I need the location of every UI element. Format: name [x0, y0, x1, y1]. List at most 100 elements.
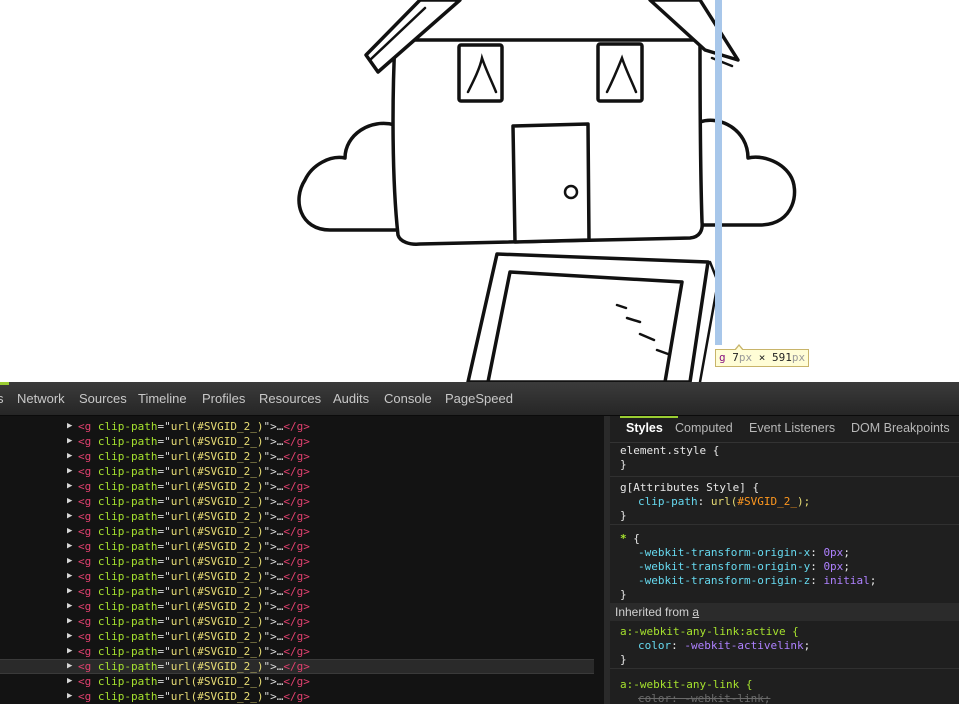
dom-tree-node[interactable]: ▶ <g clip-path="url(#SVGID_2_)">…</g>	[0, 524, 594, 539]
tab-computed[interactable]: Computed	[675, 421, 733, 435]
dom-tree-node[interactable]: ▶ <g clip-path="url(#SVGID_2_)">…</g>	[0, 584, 594, 599]
rule-close-brace: }	[620, 588, 627, 601]
css-declaration[interactable]: clip-path: url(#SVGID_2_);	[638, 495, 810, 509]
expand-triangle-icon[interactable]: ▶	[67, 599, 72, 614]
dom-tree-node[interactable]: ▶ <g clip-path="url(#SVGID_2_)">…</g>	[0, 554, 594, 569]
css-declaration[interactable]: -webkit-transform-origin-y: 0px;	[638, 560, 850, 574]
door	[511, 122, 591, 244]
css-declaration[interactable]: -webkit-transform-origin-x: 0px;	[638, 546, 850, 560]
dom-node-markup: <g clip-path="url(#SVGID_2_)">…</g>	[78, 630, 310, 643]
expand-triangle-icon[interactable]: ▶	[67, 449, 72, 464]
dom-node-markup: <g clip-path="url(#SVGID_2_)">…</g>	[78, 570, 310, 583]
css-declaration[interactable]: color: -webkit-activelink;	[638, 639, 810, 653]
expand-triangle-icon[interactable]: ▶	[67, 660, 72, 673]
rule-selector: a:-webkit-any-link {	[620, 678, 753, 691]
dom-tree-node[interactable]: ▶ <g clip-path="url(#SVGID_2_)">…</g>	[0, 689, 594, 704]
expand-triangle-icon[interactable]: ▶	[67, 674, 72, 689]
rule-divider	[610, 524, 959, 525]
dom-node-markup: <g clip-path="url(#SVGID_2_)">…</g>	[78, 510, 310, 523]
rule-selector: g[Attributes Style] {	[620, 481, 760, 494]
dom-tree-node[interactable]: ▶ <g clip-path="url(#SVGID_2_)">…</g>	[0, 464, 594, 479]
rule-selector: * {	[620, 532, 640, 545]
rule-selector: a:-webkit-any-link:active {	[620, 625, 799, 638]
dom-node-markup: <g clip-path="url(#SVGID_2_)">…</g>	[78, 465, 310, 478]
devtools-panel-tabbar: s Network Sources Timeline Profiles Reso…	[0, 382, 959, 416]
styles-sidebar: Styles Computed Event Listeners DOM Brea…	[610, 416, 959, 704]
dom-node-markup: <g clip-path="url(#SVGID_2_)">…</g>	[78, 645, 310, 658]
dom-tree-node[interactable]: ▶ <g clip-path="url(#SVGID_2_)">…</g>	[0, 449, 594, 464]
active-tab-indicator	[0, 382, 9, 385]
dom-node-markup: <g clip-path="url(#SVGID_2_)">…</g>	[78, 540, 310, 553]
dom-tree-node[interactable]: ▶ <g clip-path="url(#SVGID_2_)">…</g>	[0, 599, 594, 614]
sidebar-tabbar: Styles Computed Event Listeners DOM Brea…	[610, 416, 959, 443]
tab-network[interactable]: Network	[17, 391, 65, 406]
expand-triangle-icon[interactable]: ▶	[67, 689, 72, 704]
dom-tree-node[interactable]: ▶ <g clip-path="url(#SVGID_2_)">…</g>	[0, 629, 594, 644]
dom-node-markup: <g clip-path="url(#SVGID_2_)">…</g>	[78, 585, 310, 598]
expand-triangle-icon[interactable]: ▶	[67, 569, 72, 584]
tab-resources[interactable]: Resources	[259, 391, 321, 406]
dom-node-markup: <g clip-path="url(#SVGID_2_)">…</g>	[78, 420, 310, 433]
dom-node-markup: <g clip-path="url(#SVGID_2_)">…</g>	[78, 615, 310, 628]
expand-triangle-icon[interactable]: ▶	[67, 419, 72, 434]
dom-node-markup: <g clip-path="url(#SVGID_2_)">…</g>	[78, 495, 310, 508]
tab-sources[interactable]: Sources	[79, 391, 127, 406]
inherited-element-link[interactable]: a	[692, 605, 699, 619]
tab-profiles[interactable]: Profiles	[202, 391, 245, 406]
expand-triangle-icon[interactable]: ▶	[67, 464, 72, 479]
house-illustration	[297, 0, 797, 382]
dom-tree-node[interactable]: ▶ <g clip-path="url(#SVGID_2_)">…</g>	[0, 494, 594, 509]
dom-tree-node[interactable]: ▶ <g clip-path="url(#SVGID_2_)">…</g>	[0, 539, 594, 554]
expand-triangle-icon[interactable]: ▶	[67, 584, 72, 599]
expand-triangle-icon[interactable]: ▶	[67, 509, 72, 524]
dom-node-markup: <g clip-path="url(#SVGID_2_)">…</g>	[78, 555, 310, 568]
rule-close-brace: }	[620, 509, 627, 522]
tab-elements-partial[interactable]: s	[0, 391, 4, 406]
dom-node-markup: <g clip-path="url(#SVGID_2_)">…</g>	[78, 435, 310, 448]
expand-triangle-icon[interactable]: ▶	[67, 494, 72, 509]
tab-dom-breakpoints[interactable]: DOM Breakpoints	[851, 421, 950, 435]
rule-close-brace: }	[620, 653, 627, 666]
expand-triangle-icon[interactable]: ▶	[67, 479, 72, 494]
dom-node-markup: <g clip-path="url(#SVGID_2_)">…</g>	[78, 480, 310, 493]
tab-audits[interactable]: Audits	[333, 391, 369, 406]
expand-triangle-icon[interactable]: ▶	[67, 524, 72, 539]
active-sidebar-tab-indicator	[620, 416, 678, 418]
dom-tree-node[interactable]: ▶ <g clip-path="url(#SVGID_2_)">…</g>	[0, 644, 594, 659]
dom-tree-node[interactable]: ▶ <g clip-path="url(#SVGID_2_)">…</g>	[0, 419, 594, 434]
dom-tree-node[interactable]: ▶ <g clip-path="url(#SVGID_2_)">…</g>	[0, 569, 594, 584]
page-viewport: g 7px × 591px	[0, 0, 959, 382]
door-knob	[563, 184, 579, 200]
tab-styles[interactable]: Styles	[626, 421, 663, 435]
dom-node-markup: <g clip-path="url(#SVGID_2_)">…</g>	[78, 525, 310, 538]
tab-timeline[interactable]: Timeline	[138, 391, 187, 406]
dom-tree-node[interactable]: ▶ <g clip-path="url(#SVGID_2_)">…</g>	[0, 434, 594, 449]
css-declaration[interactable]: -webkit-transform-origin-z: initial;	[638, 574, 876, 588]
dom-node-markup: <g clip-path="url(#SVGID_2_)">…</g>	[78, 660, 310, 673]
dom-tree-node[interactable]: ▶ <g clip-path="url(#SVGID_2_)">…</g>	[0, 479, 594, 494]
dom-node-markup: <g clip-path="url(#SVGID_2_)">…</g>	[78, 675, 310, 688]
rule-selector: element.style {	[620, 444, 720, 457]
dom-tree-node[interactable]: ▶ <g clip-path="url(#SVGID_2_)">…</g>	[0, 614, 594, 629]
dom-tree-node[interactable]: ▶ <g clip-path="url(#SVGID_2_)">…</g>	[0, 509, 594, 524]
rule-divider	[610, 668, 959, 669]
expand-triangle-icon[interactable]: ▶	[67, 539, 72, 554]
expand-triangle-icon[interactable]: ▶	[67, 644, 72, 659]
css-declaration-overridden[interactable]: color: -webkit-link;	[638, 692, 770, 704]
left-cloud	[297, 121, 402, 232]
tab-event-listeners[interactable]: Event Listeners	[749, 421, 835, 435]
element-size-tooltip: g 7px × 591px	[715, 344, 810, 367]
expand-triangle-icon[interactable]: ▶	[67, 554, 72, 569]
dom-node-markup: <g clip-path="url(#SVGID_2_)">…</g>	[78, 450, 310, 463]
inherited-from-header: Inherited from a	[610, 603, 959, 621]
tab-console[interactable]: Console	[384, 391, 432, 406]
expand-triangle-icon[interactable]: ▶	[67, 434, 72, 449]
expand-triangle-icon[interactable]: ▶	[67, 629, 72, 644]
dom-tree: ▶ <g clip-path="url(#SVGID_2_)">…</g> ▶ <g …	[0, 416, 604, 704]
dom-node-markup: <g clip-path="url(#SVGID_2_)">…</g>	[78, 600, 310, 613]
tab-pagespeed[interactable]: PageSpeed	[445, 391, 513, 406]
dom-node-markup: <g clip-path="url(#SVGID_2_)">…</g>	[78, 690, 310, 703]
expand-triangle-icon[interactable]: ▶	[67, 614, 72, 629]
dom-tree-node[interactable]: ▶ <g clip-path="url(#SVGID_2_)">…</g>	[0, 674, 594, 689]
dom-tree-node[interactable]: ▶ <g clip-path="url(#SVGID_2_)">…</g>	[0, 659, 594, 674]
